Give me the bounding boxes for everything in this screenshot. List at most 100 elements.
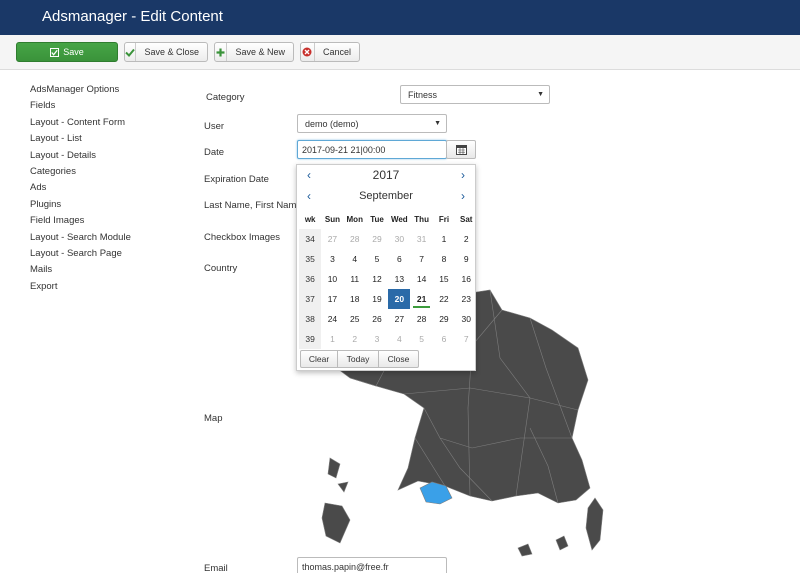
next-year-icon[interactable]: ›	[453, 165, 473, 185]
calendar-day[interactable]: 28	[410, 309, 432, 329]
page-title: Adsmanager - Edit Content	[42, 8, 223, 25]
calendar-day[interactable]: 27	[321, 229, 343, 249]
sidebar-item-options[interactable]: AdsManager Options	[30, 84, 131, 100]
calendar-day[interactable]: 22	[433, 289, 455, 309]
weekday-header: Sun	[324, 214, 340, 224]
toolbar: Save Save & Close Save & New Cancel	[0, 35, 800, 70]
calendar-day[interactable]: 10	[321, 269, 343, 289]
calendar-day[interactable]: 2	[455, 229, 477, 249]
email-field[interactable]: thomas.papin@free.fr	[297, 557, 447, 573]
calendar-day[interactable]: 15	[433, 269, 455, 289]
calendar-button[interactable]	[446, 140, 476, 159]
sidebar-item-layout-details[interactable]: Layout - Details	[30, 150, 131, 166]
calendar-day[interactable]: 30	[388, 229, 410, 249]
calendar-footer: Clear Today Close	[300, 350, 419, 368]
plus-icon	[215, 43, 228, 61]
calendar-day[interactable]: 7	[410, 249, 432, 269]
calendar-day[interactable]: 4	[344, 249, 366, 269]
weekday-header: Thu	[414, 214, 429, 224]
sidebar-item-layout-search-page[interactable]: Layout - Search Page	[30, 248, 131, 264]
sidebar-item-layout-search-module[interactable]: Layout - Search Module	[30, 232, 131, 248]
calendar-day[interactable]: 31	[410, 229, 432, 249]
weekday-header: Tue	[370, 214, 384, 224]
weekday-header: Fri	[438, 214, 450, 224]
sidebar-item-categories[interactable]: Categories	[30, 166, 131, 182]
weekday-header: wk	[304, 214, 316, 224]
calendar-day[interactable]: 3	[321, 249, 343, 269]
calendar-day[interactable]: 17	[321, 289, 343, 309]
calendar-day[interactable]: 19	[366, 289, 388, 309]
calendar-day[interactable]: 6	[433, 329, 455, 349]
sidebar-item-layout-list[interactable]: Layout - List	[30, 133, 131, 149]
calendar-day[interactable]: 23	[455, 289, 477, 309]
calendar-day[interactable]: 6	[388, 249, 410, 269]
week-number: 37	[299, 289, 322, 309]
calendar-weekday-row: wk Sun Mon Tue Wed Thu Fri Sat	[299, 209, 477, 229]
week-number: 35	[299, 249, 322, 269]
user-value: demo (demo)	[305, 118, 359, 129]
prev-month-icon[interactable]: ‹	[299, 186, 319, 206]
week-number: 34	[299, 229, 322, 249]
cancel-button[interactable]: Cancel	[300, 42, 360, 62]
calendar-day[interactable]: 8	[433, 249, 455, 269]
calendar-day[interactable]: 2	[344, 329, 366, 349]
user-select[interactable]: demo (demo) ▼	[297, 114, 447, 133]
calendar-day[interactable]: 25	[344, 309, 366, 329]
calendar-year-header: ‹ 2017 ›	[297, 165, 475, 185]
weekday-header: Wed	[390, 214, 408, 224]
checkbox-images-label: Checkbox Images	[204, 232, 281, 243]
save-close-button[interactable]: Save & Close	[124, 42, 208, 62]
calendar-day[interactable]: 14	[410, 269, 432, 289]
today-button[interactable]: Today	[338, 350, 379, 368]
clear-button[interactable]: Clear	[300, 350, 338, 368]
sidebar-item-fields[interactable]: Fields	[30, 100, 131, 116]
calendar-day[interactable]: 13	[388, 269, 410, 289]
calendar-day[interactable]: 9	[455, 249, 477, 269]
calendar-day[interactable]: 20	[388, 289, 411, 309]
category-select[interactable]: Fitness ▼	[400, 85, 550, 104]
next-month-icon[interactable]: ›	[453, 186, 473, 206]
calendar-day[interactable]: 28	[344, 229, 366, 249]
calendar-day[interactable]: 7	[455, 329, 477, 349]
calendar-day[interactable]: 29	[433, 309, 455, 329]
country-label: Country	[204, 263, 238, 274]
sidebar-item-export[interactable]: Export	[30, 281, 131, 297]
calendar-day[interactable]: 5	[366, 249, 388, 269]
calendar-day[interactable]: 4	[388, 329, 410, 349]
calendar-week-row: 38 24 25 26 27 28 29 30	[299, 309, 477, 329]
calendar-day[interactable]: 24	[321, 309, 343, 329]
calendar-day[interactable]: 26	[366, 309, 388, 329]
calendar-day[interactable]: 16	[455, 269, 477, 289]
calendar-grid: wk Sun Mon Tue Wed Thu Fri Sat 34 27 28 29 3…	[299, 209, 477, 349]
sidebar-item-ads[interactable]: Ads	[30, 182, 131, 198]
close-button[interactable]: Close	[379, 350, 419, 368]
calendar-day[interactable]: 3	[366, 329, 388, 349]
prev-year-icon[interactable]: ‹	[299, 165, 319, 185]
date-value: 2017-09-21 21|00:00	[302, 144, 386, 155]
date-input[interactable]: 2017-09-21 21|00:00	[297, 140, 447, 159]
calendar-day[interactable]: 1	[321, 329, 343, 349]
email-label: Email	[204, 563, 228, 573]
save-label: Save	[63, 47, 84, 57]
calendar-day[interactable]: 11	[344, 269, 366, 289]
calendar-day[interactable]: 12	[366, 269, 388, 289]
calendar-day[interactable]: 29	[366, 229, 388, 249]
calendar-day[interactable]: 27	[388, 309, 410, 329]
calendar-week-row: 37 17 18 19 20 21 22 23	[299, 289, 477, 309]
calendar-day[interactable]: 18	[344, 289, 366, 309]
dropdown-arrow-icon: ▼	[434, 120, 441, 127]
sidebar-item-field-images[interactable]: Field Images	[30, 215, 131, 231]
calendar-day[interactable]: 5	[410, 329, 432, 349]
save-button[interactable]: Save	[16, 42, 118, 62]
save-new-button[interactable]: Save & New	[214, 42, 294, 62]
category-value: Fitness	[408, 89, 438, 100]
sidebar-item-plugins[interactable]: Plugins	[30, 199, 131, 215]
cancel-icon	[301, 43, 315, 61]
sidebar-item-layout-content-form[interactable]: Layout - Content Form	[30, 117, 131, 133]
calendar-day[interactable]: 30	[455, 309, 477, 329]
calendar-icon	[455, 144, 467, 155]
calendar-day[interactable]: 21	[410, 289, 432, 309]
email-value: thomas.papin@free.fr	[302, 561, 389, 572]
sidebar-item-mails[interactable]: Mails	[30, 264, 131, 280]
calendar-day[interactable]: 1	[433, 229, 455, 249]
